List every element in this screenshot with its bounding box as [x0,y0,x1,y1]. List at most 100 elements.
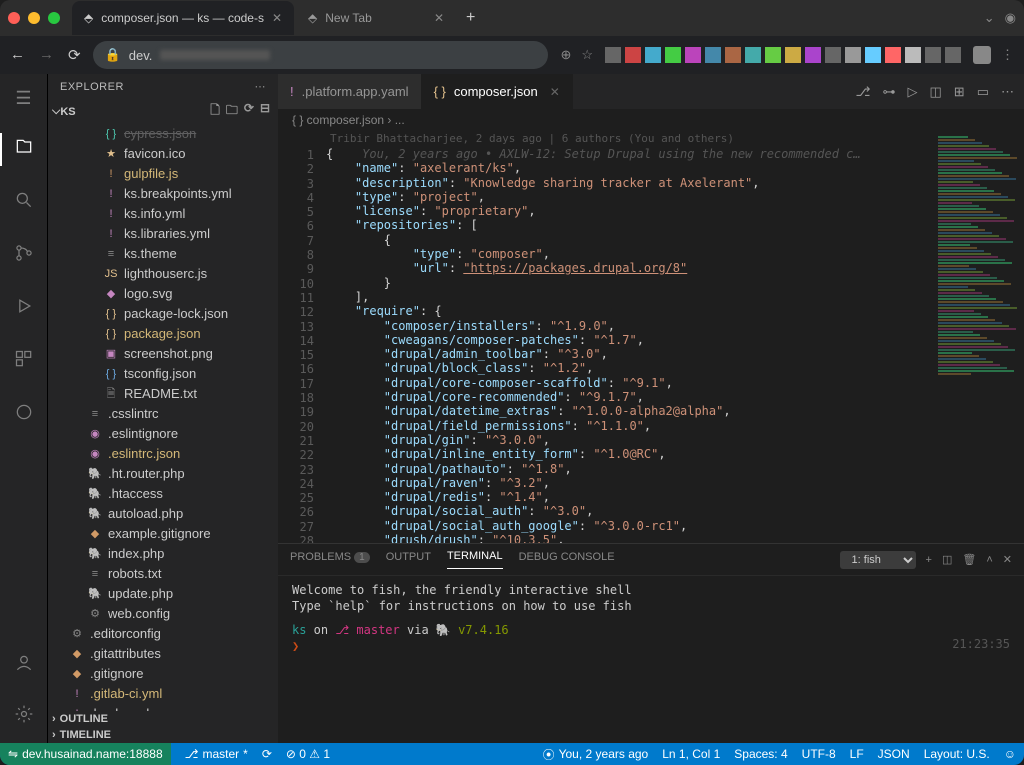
split-icon[interactable]: ▭ [977,84,989,100]
extension-icon[interactable] [705,47,721,63]
extension-icon[interactable] [845,47,861,63]
activity-extensions-icon[interactable] [0,345,47,378]
new-file-icon[interactable]: 🗋 [210,101,220,122]
minimap[interactable] [934,131,1024,543]
run-icon[interactable]: ▷ [908,84,918,100]
file-item[interactable]: ⚙web.config [48,604,278,624]
file-item[interactable]: ≡ks.theme [48,244,278,264]
outline-section[interactable]: ›OUTLINE [48,711,278,727]
extension-icon[interactable] [745,47,761,63]
back-button[interactable]: ← [10,46,25,64]
file-item[interactable]: !ks.info.yml [48,204,278,224]
file-item[interactable]: ▣screenshot.png [48,344,278,364]
status-problems[interactable]: ⊘ 0 ⚠ 1 [286,747,330,761]
close-tab-icon[interactable]: ✕ [550,85,560,99]
extension-icon[interactable] [765,47,781,63]
maximize-window-button[interactable] [48,12,60,24]
status-lang[interactable]: JSON [878,747,910,761]
browser-tab[interactable]: ⬘New Tab✕ [296,1,456,35]
file-item[interactable]: !ks.breakpoints.yml [48,184,278,204]
status-cursor[interactable]: Ln 1, Col 1 [662,747,720,761]
code-editor[interactable]: Tribir Bhattacharjee, 2 days ago | 6 aut… [326,131,934,543]
file-item[interactable]: 🐘.ht.router.php [48,464,278,484]
status-sync[interactable]: ⟳ [262,747,272,761]
editor-tab[interactable]: { }composer.json✕ [422,74,573,109]
sidebar-more-icon[interactable]: ⋯ [255,80,267,93]
activity-explorer-icon[interactable] [0,133,47,166]
file-item[interactable]: 🐘.htaccess [48,484,278,504]
file-item[interactable]: ◉.eslintrc.json [48,444,278,464]
extension-icon[interactable] [645,47,661,63]
new-tab-button[interactable]: + [456,9,485,27]
extension-icon[interactable] [665,47,681,63]
breadcrumb[interactable]: { } composer.json › ... [278,109,1024,131]
extension-icon[interactable] [945,47,961,63]
file-item[interactable]: ◆.gitattributes [48,644,278,664]
extension-icon[interactable] [825,47,841,63]
file-item[interactable]: 🐘index.php [48,544,278,564]
tab-overflow-icon[interactable]: ⌄ [984,10,995,26]
browser-tab[interactable]: ⬘composer.json — ks — code-s✕ [72,1,294,35]
file-item[interactable]: 🗎README.txt [48,384,278,404]
maximize-panel-icon[interactable]: ˄ [986,554,992,566]
reload-button[interactable]: ⟳ [68,46,81,64]
extension-icon[interactable] [605,47,621,63]
activity-search-icon[interactable] [0,186,47,219]
file-item[interactable]: ◆example.gitignore [48,524,278,544]
status-spaces[interactable]: Spaces: 4 [734,747,787,761]
terminal-body[interactable]: Welcome to fish, the friendly interactiv… [278,576,1024,743]
file-item[interactable]: ★favicon.ico [48,144,278,164]
activity-account-icon[interactable] [0,649,47,682]
close-tab-icon[interactable]: ✕ [434,11,444,25]
git-graph-icon[interactable]: ⊶ [883,84,896,100]
refresh-icon[interactable]: ⟳ [244,101,254,122]
extension-icon[interactable] [625,47,641,63]
extension-icon[interactable] [905,47,921,63]
file-item[interactable]: { }package-lock.json [48,304,278,324]
split-terminal-icon[interactable]: ◫ [942,553,952,566]
forward-button[interactable]: → [39,46,54,64]
extension-icon[interactable] [725,47,741,63]
editor-tab[interactable]: !.platform.app.yaml [278,74,422,109]
new-folder-icon[interactable]: 🗀 [226,101,238,122]
file-item[interactable]: 🐘autoload.php [48,504,278,524]
extension-icon[interactable] [805,47,821,63]
more-actions-icon[interactable]: ⋯ [1001,84,1014,100]
file-item[interactable]: { }package.json [48,324,278,344]
bookmark-icon[interactable]: ☆ [581,47,593,63]
extension-icon[interactable] [925,47,941,63]
extension-icon[interactable] [685,47,701,63]
status-encoding[interactable]: UTF-8 [802,747,836,761]
project-header[interactable]: ⌵ KS 🗋 🗀 ⟳ ⊟ [48,99,278,124]
status-eol[interactable]: LF [850,747,864,761]
close-tab-icon[interactable]: ✕ [272,11,282,25]
file-item[interactable]: ⚙.editorconfig [48,624,278,644]
new-terminal-icon[interactable]: + [926,554,932,566]
close-window-button[interactable] [8,12,20,24]
terminal-selector[interactable]: 1: fish [840,551,916,569]
install-app-icon[interactable]: ⊕ [560,47,571,63]
file-item[interactable]: !gulpfile.js [48,164,278,184]
panel-tab-output[interactable]: OUTPUT [386,551,431,569]
menu-icon[interactable]: ⋮ [1001,47,1014,63]
extension-icon[interactable] [885,47,901,63]
panel-tab-terminal[interactable]: TERMINAL [447,550,503,569]
status-feedback[interactable]: ☺ [1004,747,1016,761]
file-item[interactable]: ≡robots.txt [48,564,278,584]
kill-terminal-icon[interactable]: 🗑 [962,553,976,566]
file-item[interactable]: { }cypress.json [48,124,278,144]
activity-remote-icon[interactable] [0,398,47,431]
extension-icon[interactable] [865,47,881,63]
diff-icon[interactable]: ◫ [930,84,942,100]
status-layout[interactable]: Layout: U.S. [924,747,990,761]
file-item[interactable]: ≡.csslintrc [48,404,278,424]
close-panel-icon[interactable]: ✕ [1003,553,1012,566]
status-remote[interactable]: ⇋dev.husainad.name:18888 [0,743,171,765]
file-item[interactable]: !ks.libraries.yml [48,224,278,244]
panel-tab-problems[interactable]: PROBLEMS1 [290,551,370,569]
file-item[interactable]: 🐘update.php [48,584,278,604]
file-item[interactable]: ◆.gitignore [48,664,278,684]
profile-icon[interactable]: ◉ [1005,10,1016,26]
avatar-icon[interactable] [973,46,991,64]
file-item[interactable]: ◉.eslintignore [48,424,278,444]
